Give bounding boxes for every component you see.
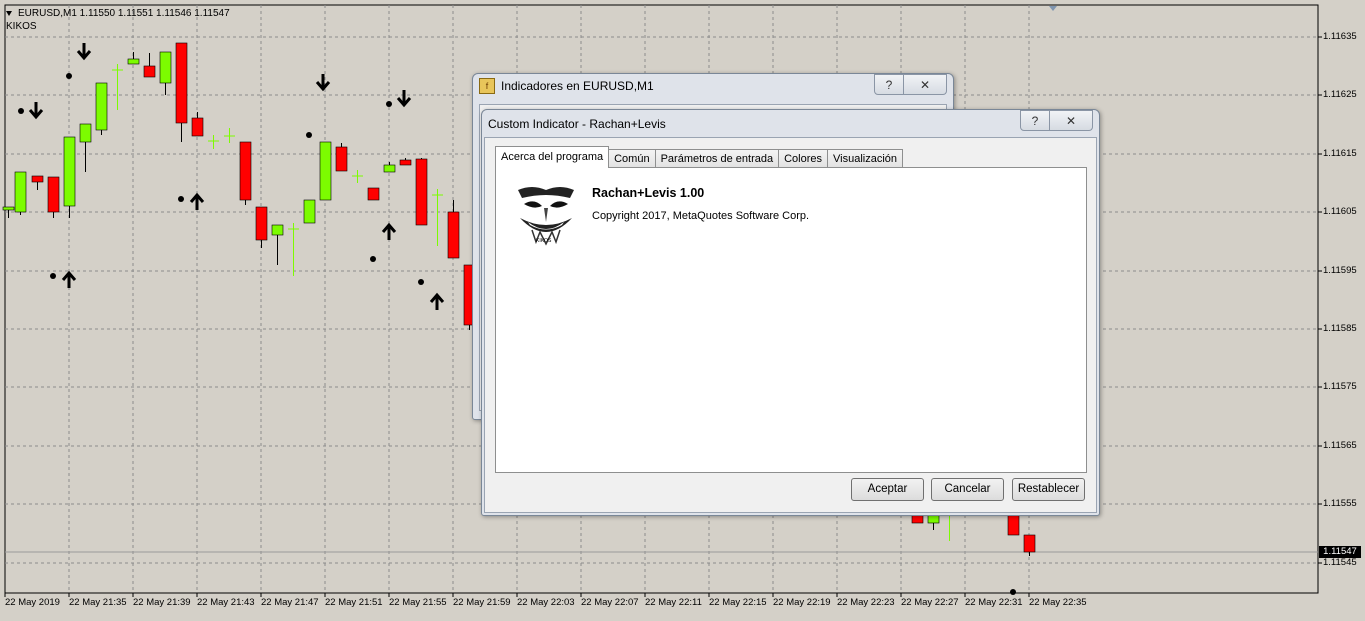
- signal-dot: [370, 256, 376, 262]
- help-button[interactable]: ?: [874, 74, 904, 95]
- time-tick-label: 22 May 22:03: [517, 597, 575, 608]
- bear-candle: [191, 117, 204, 137]
- dialog-titlebar[interactable]: Custom Indicator - Rachan+Levis: [482, 110, 1099, 138]
- bear-candle: [415, 158, 428, 226]
- bear-candle: [1007, 514, 1020, 536]
- bull-candle: [159, 51, 172, 84]
- bear-candle: [47, 176, 60, 213]
- time-tick-label: 22 May 21:55: [389, 597, 447, 608]
- bull-candle: [63, 136, 76, 207]
- tab-input-parameters[interactable]: Parámetros de entrada: [654, 149, 780, 168]
- about-panel: KIKOS Rachan+Levis 1.00 Copyright 2017, …: [495, 167, 1087, 473]
- bull-candle: [127, 58, 140, 65]
- bull-candle: [927, 514, 940, 524]
- time-tick-label: 22 May 22:15: [709, 597, 767, 608]
- logo-caption: KIKOS: [536, 238, 552, 244]
- chart-header: EURUSD,M1 1.11550 1.11551 1.11546 1.1154…: [6, 7, 230, 33]
- price-tick-label: 1.11585: [1323, 323, 1357, 334]
- time-tick-label: 22 May 21:47: [261, 597, 319, 608]
- program-name: Rachan+Levis 1.00: [592, 186, 705, 200]
- time-tick-label: 22 May 21:35: [69, 597, 127, 608]
- bull-candle: [271, 224, 284, 236]
- dialog-close-button[interactable]: ✕: [1050, 110, 1093, 131]
- tab-strip: Acerca del programa Común Parámetros de …: [495, 146, 904, 168]
- tab-common[interactable]: Común: [608, 149, 656, 168]
- bear-candle: [175, 42, 188, 124]
- time-tick-label: 22 May 22:31: [965, 597, 1023, 608]
- dialog-body: Acerca del programa Común Parámetros de …: [484, 137, 1097, 513]
- price-tick-label: 1.11545: [1323, 557, 1357, 568]
- bull-candle: [383, 164, 396, 173]
- price-tick-label: 1.11595: [1323, 265, 1357, 276]
- bear-candle: [255, 206, 268, 241]
- time-tick-label: 22 May 21:59: [453, 597, 511, 608]
- indicators-app-icon: f: [479, 78, 495, 94]
- cancel-button[interactable]: Cancelar: [931, 478, 1004, 501]
- time-tick-label: 22 May 22:19: [773, 597, 831, 608]
- time-tick-label: 22 May 21:39: [133, 597, 191, 608]
- dropdown-triangle-icon[interactable]: [6, 11, 12, 16]
- tab-about[interactable]: Acerca del programa: [495, 146, 610, 168]
- reset-button[interactable]: Restablecer: [1012, 478, 1085, 501]
- bear-candle: [447, 211, 460, 259]
- program-copyright: Copyright 2017, MetaQuotes Software Corp…: [592, 210, 810, 222]
- price-tick-label: 1.11555: [1323, 498, 1357, 509]
- signal-dot: [178, 196, 184, 202]
- time-tick-label: 22 May 2019: [5, 597, 60, 608]
- tab-colors[interactable]: Colores: [778, 149, 828, 168]
- dialog-title: Custom Indicator - Rachan+Levis: [488, 117, 666, 131]
- time-tick-label: 22 May 22:23: [837, 597, 895, 608]
- bear-candle: [143, 65, 156, 78]
- signal-dot: [66, 73, 72, 79]
- time-tick-label: 22 May 22:11: [645, 597, 702, 608]
- time-tick-label: 22 May 21:43: [197, 597, 255, 608]
- bull-candle: [2, 206, 15, 211]
- price-tick-label: 1.11625: [1323, 89, 1357, 100]
- time-tick-label: 22 May 22:35: [1029, 597, 1087, 608]
- price-tick-label: 1.11605: [1323, 206, 1357, 217]
- signal-dot: [418, 279, 424, 285]
- bear-candle: [911, 514, 924, 524]
- symbol-line: EURUSD,M1 1.11550 1.11551 1.11546 1.1154…: [18, 8, 230, 19]
- time-tick-label: 22 May 22:27: [901, 597, 959, 608]
- signal-dot: [50, 273, 56, 279]
- bear-candle: [399, 159, 412, 166]
- bull-candle: [319, 141, 332, 201]
- bull-candle: [14, 171, 27, 213]
- dialog-help-button[interactable]: ?: [1020, 110, 1050, 131]
- bear-candle: [1023, 534, 1036, 553]
- ok-button[interactable]: Aceptar: [851, 478, 924, 501]
- time-tick-label: 22 May 21:51: [325, 597, 383, 608]
- time-tick-label: 22 May 22:07: [581, 597, 639, 608]
- bear-candle: [335, 146, 348, 172]
- current-price-label: 1.11547: [1319, 546, 1361, 558]
- signal-dot: [18, 108, 24, 114]
- bull-candle: [303, 199, 316, 224]
- bull-candle: [95, 82, 108, 131]
- indicator-logo: KIKOS: [514, 184, 578, 248]
- bear-candle: [239, 141, 252, 201]
- price-tick-label: 1.11635: [1323, 31, 1357, 42]
- close-button[interactable]: ✕: [904, 74, 947, 95]
- price-tick-label: 1.11565: [1323, 440, 1357, 451]
- bear-candle: [31, 175, 44, 183]
- bull-candle: [79, 123, 92, 143]
- custom-indicator-dialog[interactable]: Custom Indicator - Rachan+Levis ? ✕ Acer…: [481, 109, 1100, 516]
- bear-candle: [367, 187, 380, 201]
- price-tick-label: 1.11615: [1323, 148, 1357, 159]
- indicator-name: KIKOS: [6, 21, 37, 32]
- price-tick-label: 1.11575: [1323, 381, 1357, 392]
- signal-dot: [1010, 589, 1016, 595]
- tab-visualization[interactable]: Visualización: [827, 149, 904, 168]
- signal-dot: [306, 132, 312, 138]
- indicators-window-title: Indicadores en EURUSD,M1: [501, 79, 654, 93]
- signal-dot: [386, 101, 392, 107]
